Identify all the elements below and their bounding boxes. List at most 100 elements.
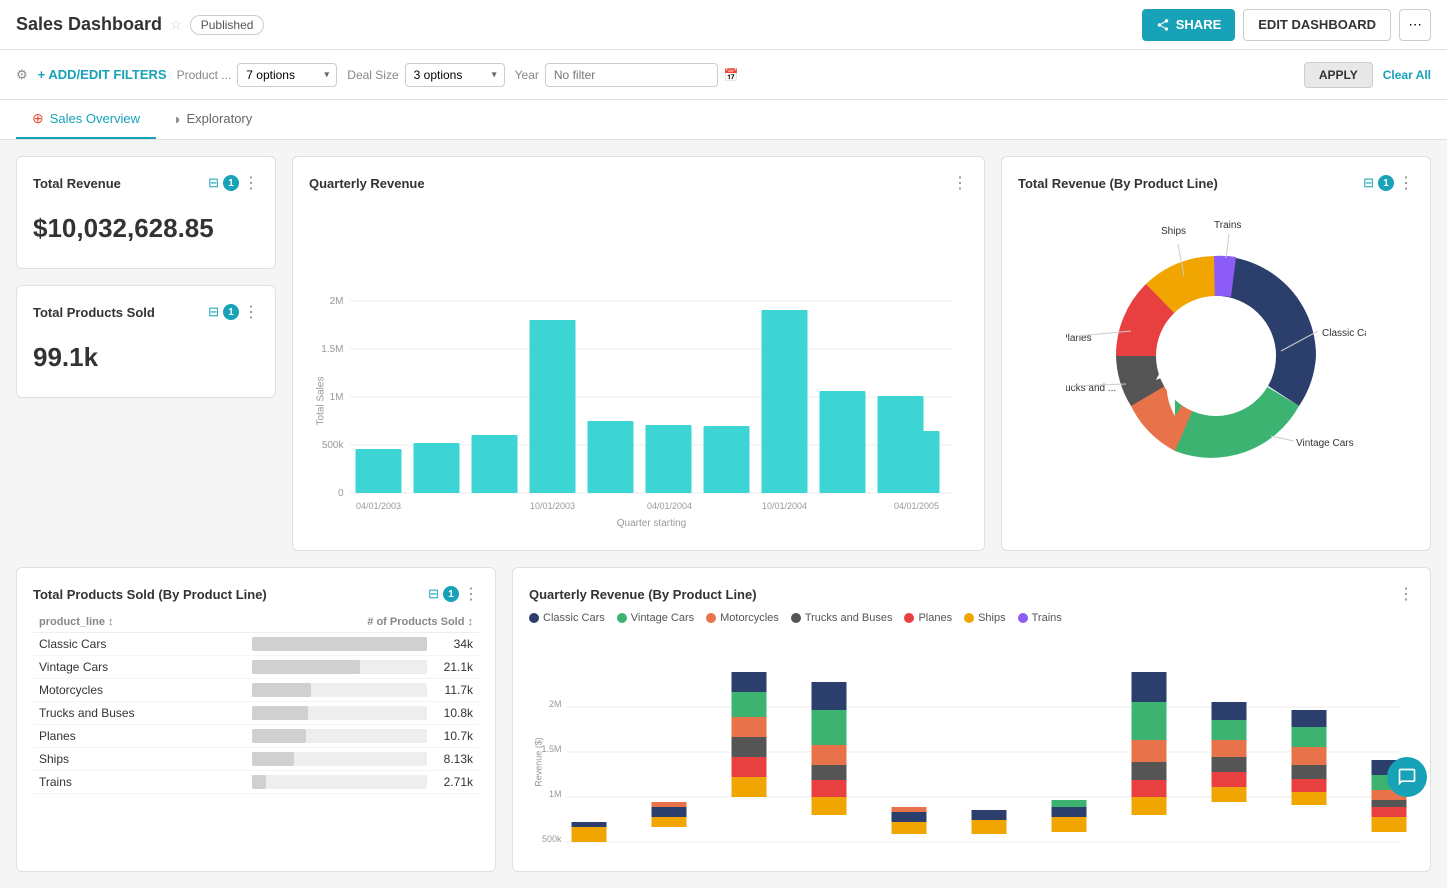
total-revenue-more-button[interactable]: ⋮ — [243, 173, 259, 193]
stacked-bar-4d — [812, 745, 847, 765]
svg-text:1M: 1M — [330, 392, 344, 403]
published-badge: Published — [190, 15, 265, 35]
deal-size-filter-select-wrapper[interactable]: 3 options — [405, 63, 505, 87]
top-actions: SHARE EDIT DASHBOARD ⋯ — [1142, 9, 1431, 41]
stacked-bar-4a — [812, 797, 847, 815]
cell-product-name: Vintage Cars — [33, 656, 246, 679]
stacked-bar-2c — [652, 802, 687, 807]
main-content: Total Revenue ⊟ 1 ⋮ $10,032,628.85 Total… — [0, 140, 1447, 888]
chat-icon — [1397, 767, 1417, 787]
chat-button[interactable] — [1387, 757, 1427, 797]
quarterly-revenue-card: Quarterly Revenue ⋮ 0 500k 1M 1.5M 2M To… — [292, 156, 985, 551]
total-revenue-filter-badge: 1 — [223, 175, 239, 191]
legend-dot — [791, 613, 801, 623]
svg-text:10/01/2004: 10/01/2004 — [762, 501, 807, 511]
bar-6 — [646, 425, 692, 493]
legend-label: Motorcycles — [720, 612, 779, 624]
stacked-bar-11c — [1372, 800, 1407, 807]
quarterly-revenue-title: Quarterly Revenue — [309, 176, 425, 191]
product-filter-select-wrapper[interactable]: 7 options — [237, 63, 337, 87]
quarterly-revenue-chart: 0 500k 1M 1.5M 2M Total Sales — [309, 201, 968, 531]
label-ships: Ships — [1161, 226, 1186, 237]
svg-text:2M: 2M — [330, 296, 344, 307]
star-icon[interactable]: ☆ — [170, 17, 182, 33]
stacked-bar-3e — [732, 692, 767, 717]
table-row: Planes 10.7k — [33, 725, 479, 748]
svg-text:Total Sales: Total Sales — [316, 377, 327, 426]
stacked-bar-9e — [1212, 720, 1247, 740]
year-filter-group: Year 📅 — [515, 63, 739, 87]
stacked-bar-8c — [1132, 762, 1167, 780]
year-filter-input[interactable] — [545, 63, 718, 87]
quarterly-by-line-card: Quarterly Revenue (By Product Line) ⋮ Cl… — [512, 567, 1431, 872]
stacked-bar-1a — [572, 827, 607, 842]
stacked-bar-7a — [1052, 817, 1087, 832]
tab-bar: ⊕ Sales Overview ◑ Exploratory — [0, 100, 1447, 140]
quarterly-revenue-more-button[interactable]: ⋮ — [952, 173, 968, 193]
cell-product-name: Motorcycles — [33, 679, 246, 702]
svg-text:Revenue ($): Revenue ($) — [534, 737, 544, 787]
total-revenue-card-header: Total Revenue ⊟ 1 ⋮ — [33, 173, 259, 193]
svg-text:1.5M: 1.5M — [321, 344, 343, 355]
stacked-bar-1b — [572, 822, 607, 827]
clear-all-button[interactable]: Clear All — [1383, 68, 1431, 82]
total-revenue-value: $10,032,628.85 — [33, 213, 259, 244]
add-edit-filters-button[interactable]: + ADD/EDIT FILTERS — [38, 67, 167, 82]
apply-button[interactable]: APPLY — [1304, 62, 1373, 88]
table-row: Trains 2.71k — [33, 771, 479, 794]
donut-svg: Classic Cars Vintage Cars Motorcycles Tr… — [1066, 206, 1366, 506]
legend-dot — [1018, 613, 1028, 623]
quarterly-revenue-header: Quarterly Revenue ⋮ — [309, 173, 968, 193]
product-filter-select[interactable]: 7 options — [237, 63, 337, 87]
total-products-more-button[interactable]: ⋮ — [243, 302, 259, 322]
stacked-bar-8f — [1132, 672, 1167, 702]
total-revenue-actions: ⊟ 1 ⋮ — [208, 173, 259, 193]
stacked-bar-6a — [972, 820, 1007, 834]
tab-exploratory[interactable]: ◑ Exploratory — [156, 100, 268, 139]
filter-bar: ⚙ + ADD/EDIT FILTERS Product ... 7 optio… — [0, 50, 1447, 100]
legend-dot — [617, 613, 627, 623]
year-filter-label: Year — [515, 68, 539, 82]
stacked-bar-8b — [1132, 780, 1167, 797]
svg-text:1M: 1M — [549, 789, 562, 799]
bar-11 — [894, 431, 940, 493]
bar-4 — [530, 320, 576, 493]
svg-text:500k: 500k — [542, 834, 562, 844]
share-icon — [1156, 18, 1170, 32]
bar-2 — [414, 443, 460, 493]
svg-text:10/01/2003: 10/01/2003 — [530, 501, 575, 511]
label-classic-cars: Classic Cars — [1322, 328, 1366, 339]
quarterly-by-line-title: Quarterly Revenue (By Product Line) — [529, 587, 757, 602]
deal-size-filter-group: Deal Size 3 options — [347, 63, 504, 87]
row1: Total Revenue ⊟ 1 ⋮ $10,032,628.85 Total… — [16, 156, 1431, 551]
quarterly-by-line-more-button[interactable]: ⋮ — [1398, 584, 1414, 604]
edit-dashboard-button[interactable]: EDIT DASHBOARD — [1243, 9, 1391, 41]
deal-size-filter-select[interactable]: 3 options — [405, 63, 505, 87]
top-bar: Sales Dashboard ☆ Published SHARE EDIT D… — [0, 0, 1447, 50]
legend-item: Trains — [1018, 612, 1062, 624]
row2: Total Products Sold (By Product Line) ⊟ … — [16, 567, 1431, 872]
donut-chart-title: Total Revenue (By Product Line) — [1018, 176, 1218, 191]
share-button[interactable]: SHARE — [1142, 9, 1236, 41]
cell-product-name: Classic Cars — [33, 633, 246, 656]
donut-more-button[interactable]: ⋮ — [1398, 173, 1414, 193]
stacked-bar-9d — [1212, 740, 1247, 757]
products-table-more-button[interactable]: ⋮ — [463, 584, 479, 604]
stacked-bar-7b — [1052, 807, 1087, 817]
stacked-bar-4f — [812, 682, 847, 710]
col-product-line[interactable]: product_line ↕ — [33, 612, 246, 633]
calendar-icon: 📅 — [724, 68, 739, 82]
more-options-button[interactable]: ⋯ — [1399, 9, 1431, 41]
stacked-bar-3d — [732, 717, 767, 737]
product-filter-label: Product ... — [177, 68, 232, 82]
stacked-bar-3a — [732, 777, 767, 797]
donut-chart-header: Total Revenue (By Product Line) ⊟ 1 ⋮ — [1018, 173, 1414, 193]
cell-product-name: Ships — [33, 748, 246, 771]
col-products-sold[interactable]: # of Products Sold ↕ — [246, 612, 479, 633]
legend-item: Classic Cars — [529, 612, 605, 624]
tab-sales-overview[interactable]: ⊕ Sales Overview — [16, 100, 156, 139]
total-revenue-title: Total Revenue — [33, 176, 121, 191]
stacked-bar-11a — [1372, 817, 1407, 832]
gear-icon[interactable]: ⚙ — [16, 67, 28, 83]
kpi-column: Total Revenue ⊟ 1 ⋮ $10,032,628.85 Total… — [16, 156, 276, 551]
